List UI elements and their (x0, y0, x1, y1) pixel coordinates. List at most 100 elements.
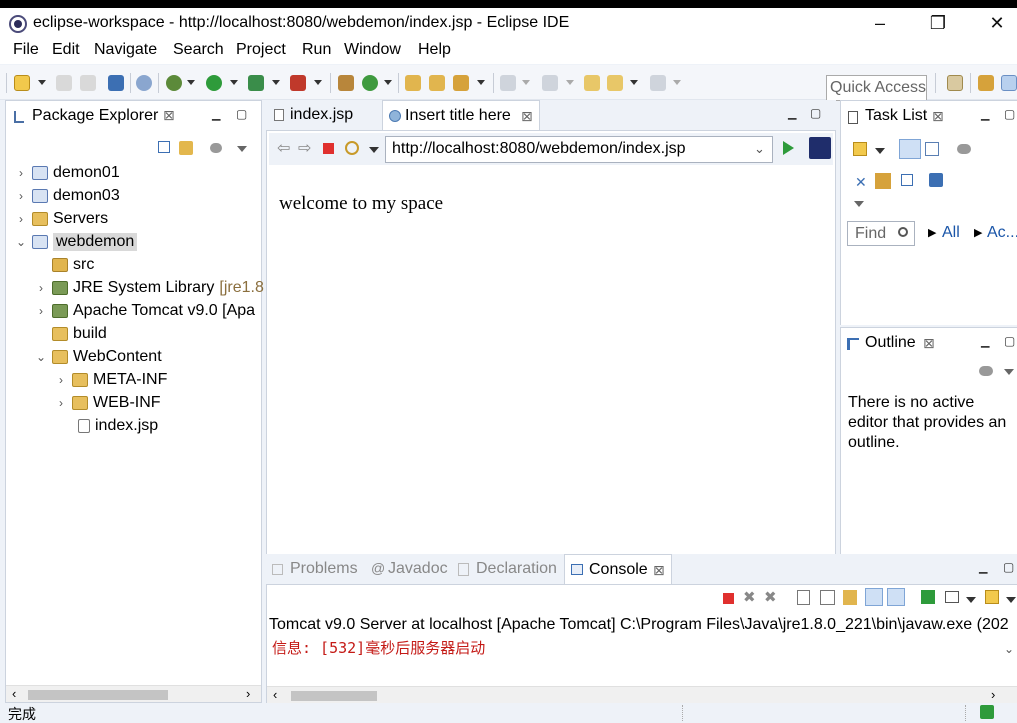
terminate-icon[interactable] (723, 593, 734, 604)
scroll-thumb[interactable] (28, 690, 168, 700)
scroll-left-icon[interactable]: ‹ (273, 687, 277, 702)
maximize-view-icon[interactable]: ▢ (1003, 560, 1014, 574)
back-icon[interactable] (607, 75, 623, 91)
url-input[interactable]: http://localhost:8080/webdemon/index.jsp… (385, 136, 773, 163)
menu-run[interactable]: Run (302, 41, 331, 59)
forward-icon[interactable]: ⇨ (298, 138, 311, 158)
synchronize-icon[interactable] (875, 173, 891, 189)
restore-button[interactable]: ❐ (915, 8, 961, 38)
tab-index-jsp[interactable]: index.jsp (266, 100, 382, 130)
tree-item-web-inf[interactable]: › WEB-INF (56, 391, 161, 414)
collapse-all-icon[interactable] (901, 174, 913, 186)
chevron-right-icon[interactable]: › (36, 281, 46, 295)
hide-completed-icon[interactable]: ✕ (855, 174, 867, 191)
maximize-view-icon[interactable]: ▢ (236, 107, 247, 121)
previous-annotation-icon[interactable] (542, 75, 558, 91)
view-menu-icon[interactable] (237, 146, 247, 152)
menu-project[interactable]: Project (236, 41, 286, 59)
open-console-icon[interactable] (108, 75, 124, 91)
minimize-view-icon[interactable]: ▁ (981, 335, 989, 348)
tab-problems[interactable]: Problems (266, 554, 366, 584)
new-java-package-icon[interactable] (338, 75, 354, 91)
console-hscroll[interactable]: ‹ › (267, 686, 1017, 703)
chevron-right-icon[interactable]: › (56, 373, 66, 387)
menu-help[interactable]: Help (418, 41, 451, 59)
java-ee-perspective-icon[interactable] (978, 75, 994, 91)
previous-annotation-dropdown-icon[interactable] (566, 80, 574, 85)
scroll-right-icon[interactable]: › (246, 686, 250, 701)
activate-link[interactable]: Ac... (987, 224, 1017, 242)
maximize-view-icon[interactable]: ▢ (1004, 107, 1015, 121)
chevron-right-icon[interactable]: › (16, 166, 26, 180)
coverage-dropdown-icon[interactable] (272, 80, 280, 85)
focus-icon[interactable] (210, 143, 222, 153)
java-perspective-icon[interactable] (1001, 75, 1017, 91)
scheduled-icon[interactable] (925, 142, 939, 156)
close-button[interactable]: ✕ (974, 8, 1017, 38)
save-all-icon[interactable] (80, 75, 96, 91)
tree-item-src[interactable]: src (52, 253, 94, 276)
coverage-icon[interactable] (248, 75, 264, 91)
menu-edit[interactable]: Edit (52, 41, 80, 59)
show-on-stdout-icon[interactable] (865, 588, 883, 606)
close-icon[interactable]: ⊠ (923, 335, 935, 352)
debug-icon[interactable] (166, 75, 182, 91)
tree-item-build[interactable]: build (52, 322, 107, 345)
open-type-icon[interactable] (405, 75, 421, 91)
remove-launch-icon[interactable]: ✖ (743, 588, 756, 606)
tree-item-tomcat-library[interactable]: › Apache Tomcat v9.0 [Apa (36, 299, 255, 322)
forward-icon[interactable] (650, 75, 666, 91)
find-input[interactable]: Find (847, 221, 915, 246)
tree-item-meta-inf[interactable]: › META-INF (56, 368, 167, 391)
new-dropdown-icon[interactable] (38, 80, 46, 85)
tab-javadoc[interactable]: @ Javadoc (366, 554, 452, 584)
tree-item-webdemon[interactable]: ⌄ webdemon (16, 230, 138, 253)
back-dropdown-icon[interactable] (630, 80, 638, 85)
display-selected-console-icon[interactable] (945, 591, 959, 603)
focus-icon[interactable] (979, 366, 993, 376)
back-icon[interactable]: ⇦ (277, 138, 290, 158)
minimize-view-icon[interactable]: ▁ (981, 108, 989, 121)
package-explorer-hscroll[interactable]: ‹ › (6, 685, 261, 702)
external-tools-dropdown-icon[interactable] (314, 80, 322, 85)
open-console-dropdown-icon[interactable] (1006, 597, 1016, 603)
chevron-right-icon[interactable]: › (16, 189, 26, 203)
open-external-browser-icon[interactable] (809, 137, 831, 159)
display-console-dropdown-icon[interactable] (966, 597, 976, 603)
close-icon[interactable]: ⊠ (653, 562, 665, 579)
open-perspective-icon[interactable] (947, 75, 963, 91)
categorized-icon[interactable] (899, 139, 921, 159)
all-link[interactable]: All (942, 224, 960, 242)
chevron-right-icon[interactable]: › (56, 396, 66, 410)
new-task-dropdown-icon[interactable] (875, 148, 885, 154)
open-console-icon[interactable] (985, 590, 999, 604)
forward-dropdown-icon[interactable] (673, 80, 681, 85)
menu-navigate[interactable]: Navigate (94, 41, 157, 59)
tab-insert-title-here[interactable]: Insert title here ⊠ (382, 100, 540, 130)
chevron-down-icon[interactable]: ⌄ (36, 350, 46, 364)
minimize-view-icon[interactable]: ▁ (788, 107, 796, 120)
word-wrap-icon[interactable] (843, 590, 857, 605)
tree-item-index-jsp[interactable]: index.jsp (78, 414, 158, 437)
url-history-dropdown-icon[interactable]: ⌄ (754, 141, 765, 157)
quick-access-input[interactable]: Quick Access (826, 75, 927, 101)
chevron-right-icon[interactable]: › (36, 304, 46, 318)
next-annotation-icon[interactable] (500, 75, 516, 91)
focus-icon[interactable] (957, 144, 971, 154)
view-menu-icon[interactable] (1004, 369, 1014, 375)
search-icon[interactable] (453, 75, 469, 91)
refresh-icon[interactable] (345, 141, 359, 155)
menu-file[interactable]: File (13, 41, 39, 59)
menu-search[interactable]: Search (173, 41, 224, 59)
tab-console[interactable]: Console ⊠ (564, 554, 672, 584)
run-dropdown-icon[interactable] (230, 80, 238, 85)
new-java-class-icon[interactable] (362, 75, 378, 91)
refresh-dropdown-icon[interactable] (369, 147, 379, 153)
view-menu-icon[interactable] (854, 201, 864, 207)
maximize-view-icon[interactable]: ▢ (810, 106, 821, 120)
open-task-icon[interactable] (429, 75, 445, 91)
close-icon[interactable]: ⊠ (932, 108, 944, 125)
go-icon[interactable] (783, 141, 794, 155)
minimize-button[interactable]: – (857, 8, 903, 38)
tree-item-demon01[interactable]: › demon01 (16, 161, 120, 184)
